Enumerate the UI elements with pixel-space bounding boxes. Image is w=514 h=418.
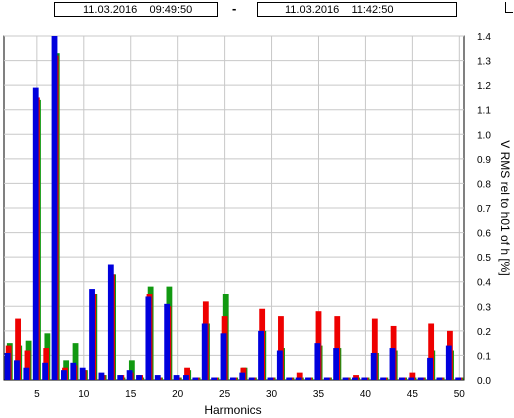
bar-h15-s1: [126, 370, 133, 380]
bar-h46-s1: [417, 377, 424, 380]
bar-h8-s1: [60, 370, 67, 380]
x-tick-label: 40: [360, 389, 372, 400]
bar-h45-s1: [408, 377, 415, 380]
bar-h32-s1: [286, 377, 293, 380]
bar-h21-s1: [183, 375, 189, 380]
bar-h43-s1: [389, 348, 396, 380]
bar-h16-s1: [136, 375, 142, 380]
bar-h18-s1: [154, 375, 161, 380]
y-tick-label: 0.8: [477, 179, 491, 190]
y-tick-label: 1.4: [477, 32, 491, 43]
bar-h47-s1: [427, 357, 433, 380]
bar-h33-s1: [295, 377, 302, 380]
bar-h29-s1: [258, 330, 264, 380]
y-tick-label: 1.0: [477, 130, 491, 141]
bar-h3-s1: [14, 360, 20, 380]
bar-h7-s1: [51, 36, 58, 380]
x-tick-label: 50: [454, 389, 466, 400]
x-tick-label: 25: [219, 389, 231, 400]
bar-h5-s1: [32, 87, 39, 380]
x-tick-label: 20: [172, 389, 184, 400]
y-tick-label: 0.0: [477, 376, 491, 387]
y-tick-label: 0.7: [477, 204, 491, 215]
x-tick-label: 30: [266, 389, 278, 400]
y-tick-label: 1.3: [477, 57, 491, 68]
bar-h34-s1: [305, 377, 311, 380]
x-tick-labels: 5 10 15 20 25 30 35 40 45 50: [34, 389, 465, 400]
bar-h10-s1: [79, 367, 86, 380]
bar-h35-s1: [314, 343, 321, 380]
bar-h26-s1: [229, 377, 236, 380]
x-axis-title: Harmonics: [204, 403, 261, 417]
bar-h12-s1: [98, 372, 105, 380]
bar-h40-s1: [361, 377, 368, 380]
x-tick-label: 35: [313, 389, 325, 400]
bar-h25-s1: [220, 333, 227, 380]
y-tick-label: 0.2: [477, 327, 491, 338]
x-tick-label: 5: [34, 389, 40, 400]
bar-h2-s1: [4, 352, 11, 380]
bar-h17-s1: [145, 296, 152, 380]
bar-h11-s1: [89, 289, 95, 380]
bar-h27-s1: [239, 372, 246, 380]
bar-h23-s1: [201, 323, 208, 380]
bar-h49-s1: [445, 345, 452, 380]
bar-h20-s1: [173, 375, 180, 380]
bar-h19-s1: [164, 303, 171, 380]
x-tick-label: 10: [78, 389, 90, 400]
x-tick-label: 15: [125, 389, 137, 400]
y-tick-label: 0.6: [477, 229, 491, 240]
x-tick-label: 45: [407, 389, 419, 400]
y-tick-label: 0.9: [477, 155, 491, 166]
y-tick-label: 0.1: [477, 351, 491, 362]
bar-h38-s1: [342, 377, 349, 380]
bar-h48-s1: [436, 377, 443, 380]
bar-h4-s1: [23, 367, 30, 380]
bar-h50-s1: [455, 377, 462, 380]
bar-h14-s1: [117, 375, 124, 380]
bar-h39-s1: [352, 377, 358, 380]
y-tick-label: 0.3: [477, 302, 491, 313]
bar-h24-s1: [211, 377, 218, 380]
y-tick-label: 1.1: [477, 106, 491, 117]
bar-h42-s1: [380, 377, 386, 380]
bar-h44-s1: [398, 377, 405, 380]
bar-h30-s1: [267, 377, 274, 380]
bar-h22-s1: [192, 377, 199, 380]
bar-h31-s1: [276, 350, 283, 380]
y-tick-labels: 0.0 0.1 0.2 0.3 0.4 0.5 0.6 0.7 0.8 0.9 1.0 1.1 1.2 1…: [477, 32, 491, 387]
bar-h36-s1: [323, 377, 330, 380]
y-tick-label: 1.2: [477, 81, 491, 92]
y-tick-label: 0.4: [477, 278, 491, 289]
harmonics-chart: 5 10 15 20 25 30 35 40 45 50 0.00.10.20.30.40.50.…: [3, 32, 512, 417]
bar-h9-s1: [70, 362, 77, 380]
bar-h6-s1: [42, 362, 49, 380]
y-tick-label: 0.5: [477, 253, 491, 264]
bar-h28-s1: [248, 377, 255, 380]
bar-h13-s1: [107, 264, 114, 380]
y-axis-title: V RMS rel to h01 of h [%]: [498, 140, 512, 275]
bar-h41-s1: [370, 352, 377, 380]
bar-h37-s1: [333, 348, 340, 380]
